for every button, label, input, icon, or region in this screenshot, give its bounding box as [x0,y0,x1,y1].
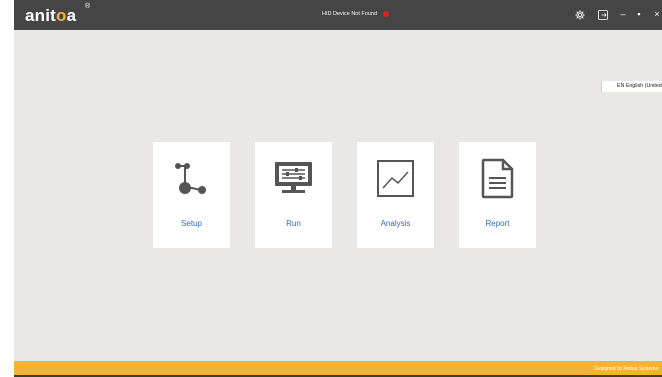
minimize-button[interactable]: – [617,8,629,20]
report-tile[interactable]: Report [459,142,536,248]
monitor-sliders-icon [273,158,314,199]
exit-icon[interactable] [597,9,609,21]
language-select[interactable]: EN English (United States) [601,81,662,92]
maximize-button[interactable]: ▪ [633,8,645,20]
setup-label: Setup [181,219,202,228]
device-status-text: HID Device Not Found [322,11,378,17]
close-button[interactable]: × [651,8,662,20]
report-label: Report [485,219,510,228]
run-label: Run [286,219,301,228]
gear-icon[interactable] [574,9,586,21]
line-chart-icon [375,158,416,199]
document-icon [477,158,518,199]
setup-network-icon [171,158,212,199]
run-tile[interactable]: Run [255,142,332,248]
analysis-tile[interactable]: Analysis [357,142,434,248]
registered-mark: ® [85,3,91,10]
device-status: HID Device Not Found [322,11,390,17]
analysis-label: Analysis [380,219,411,228]
footer-credit: Designed by Anitoa Systems [594,366,658,372]
setup-tile[interactable]: Setup [153,142,230,248]
app-window: anitoa ® HID Device Not Found – ▪ × EN E… [14,0,662,377]
app-logo: anitoa [25,6,77,25]
title-bar: anitoa ® HID Device Not Found – ▪ × [14,0,662,30]
status-indicator-icon [383,11,390,17]
